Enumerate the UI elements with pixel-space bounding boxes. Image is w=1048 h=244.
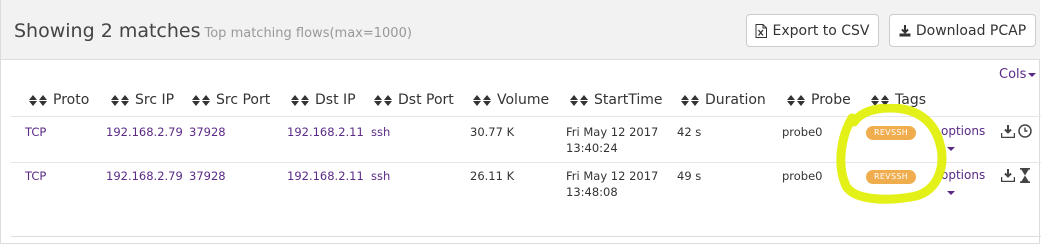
start-date: Fri May 12 2017	[566, 169, 659, 183]
tag-badge[interactable]: REVSSH	[866, 126, 916, 140]
sort-icon	[111, 94, 129, 106]
start-time: 13:40:24	[566, 141, 618, 155]
sort-icon	[192, 94, 210, 106]
row-divider	[11, 162, 1041, 163]
column-header-volume[interactable]: Volume	[473, 92, 549, 108]
column-label: Dst Port	[398, 92, 454, 108]
src-port-link[interactable]: 37928	[189, 124, 226, 140]
download-icon[interactable]	[1001, 125, 1015, 138]
export-csv-label: Export to CSV	[772, 22, 870, 39]
download-icon	[899, 24, 911, 36]
sort-icon	[787, 94, 805, 106]
cols-label: Cols	[999, 67, 1027, 82]
panel-header: Showing 2 matches Top matching flows(max=…	[1, 0, 1040, 60]
sort-icon	[473, 94, 491, 106]
download-icon[interactable]	[1001, 169, 1015, 182]
sort-icon	[570, 94, 588, 106]
start-date: Fri May 12 2017	[566, 125, 659, 139]
proto-link[interactable]: TCP	[25, 168, 46, 184]
table-bottom-border	[11, 236, 1041, 237]
sort-icon	[871, 94, 889, 106]
sort-icon	[374, 94, 392, 106]
column-header-probe[interactable]: Probe	[787, 92, 851, 108]
file-excel-icon	[755, 23, 768, 38]
dst-ip-link[interactable]: 192.168.2.11	[287, 168, 364, 184]
probe-value: probe0	[782, 125, 823, 139]
download-pcap-label: Download PCAP	[915, 22, 1027, 39]
title-subtitle: Top matching flows(max=1000)	[204, 26, 412, 41]
duration-value: 42 s	[677, 125, 702, 139]
column-label: StartTime	[594, 92, 663, 108]
column-header-duration[interactable]: Duration	[681, 92, 766, 108]
column-header-starttime[interactable]: StartTime	[570, 92, 662, 108]
column-header-dst-ip[interactable]: Dst IP	[291, 92, 356, 108]
volume-value: 30.77 K	[470, 125, 515, 139]
clock-icon[interactable]	[1018, 124, 1032, 138]
options-dropdown[interactable]: options	[941, 124, 985, 138]
table-divider	[11, 116, 1041, 117]
column-label: Src IP	[135, 92, 175, 108]
dst-port-link[interactable]: ssh	[371, 124, 390, 140]
column-header-tags[interactable]: Tags	[871, 92, 926, 108]
column-header-src-port[interactable]: Src Port	[192, 92, 270, 108]
src-ip-link[interactable]: 192.168.2.79	[106, 168, 183, 184]
match-count-title: Showing 2 matches	[14, 20, 201, 42]
column-label: Dst IP	[315, 92, 356, 108]
column-header-proto[interactable]: Proto	[29, 92, 89, 108]
chevron-down-icon	[947, 191, 955, 195]
tag-badge[interactable]: REVSSH	[866, 170, 916, 184]
options-dropdown[interactable]: options	[941, 168, 985, 182]
sort-icon	[29, 94, 47, 106]
dst-ip-link[interactable]: 192.168.2.11	[287, 124, 364, 140]
start-time: 13:48:08	[566, 185, 618, 199]
chevron-down-icon	[947, 147, 955, 151]
chevron-down-icon	[1028, 72, 1037, 77]
sort-icon	[291, 94, 309, 106]
column-label: Duration	[705, 92, 766, 108]
page-title: Showing 2 matches Top matching flows(max=…	[14, 20, 412, 42]
dst-port-link[interactable]: ssh	[371, 168, 390, 184]
column-label: Probe	[811, 92, 851, 108]
src-port-link[interactable]: 37928	[189, 168, 226, 184]
column-label: Tags	[895, 92, 926, 108]
src-ip-link[interactable]: 192.168.2.79	[106, 124, 183, 140]
results-panel: Showing 2 matches Top matching flows(max=…	[0, 0, 1041, 244]
column-header-dst-port[interactable]: Dst Port	[374, 92, 454, 108]
download-pcap-button[interactable]: Download PCAP	[889, 14, 1036, 47]
cols-dropdown[interactable]: Cols	[999, 67, 1037, 82]
duration-value: 49 s	[677, 169, 702, 183]
proto-link[interactable]: TCP	[25, 124, 46, 140]
volume-value: 26.11 K	[470, 169, 515, 183]
hourglass-icon[interactable]	[1019, 168, 1031, 183]
column-label: Volume	[497, 92, 550, 108]
sort-icon	[681, 94, 699, 106]
probe-value: probe0	[782, 169, 823, 183]
column-label: Src Port	[216, 92, 271, 108]
export-csv-button[interactable]: Export to CSV	[746, 14, 879, 47]
column-label: Proto	[53, 92, 90, 108]
column-header-src-ip[interactable]: Src IP	[111, 92, 174, 108]
